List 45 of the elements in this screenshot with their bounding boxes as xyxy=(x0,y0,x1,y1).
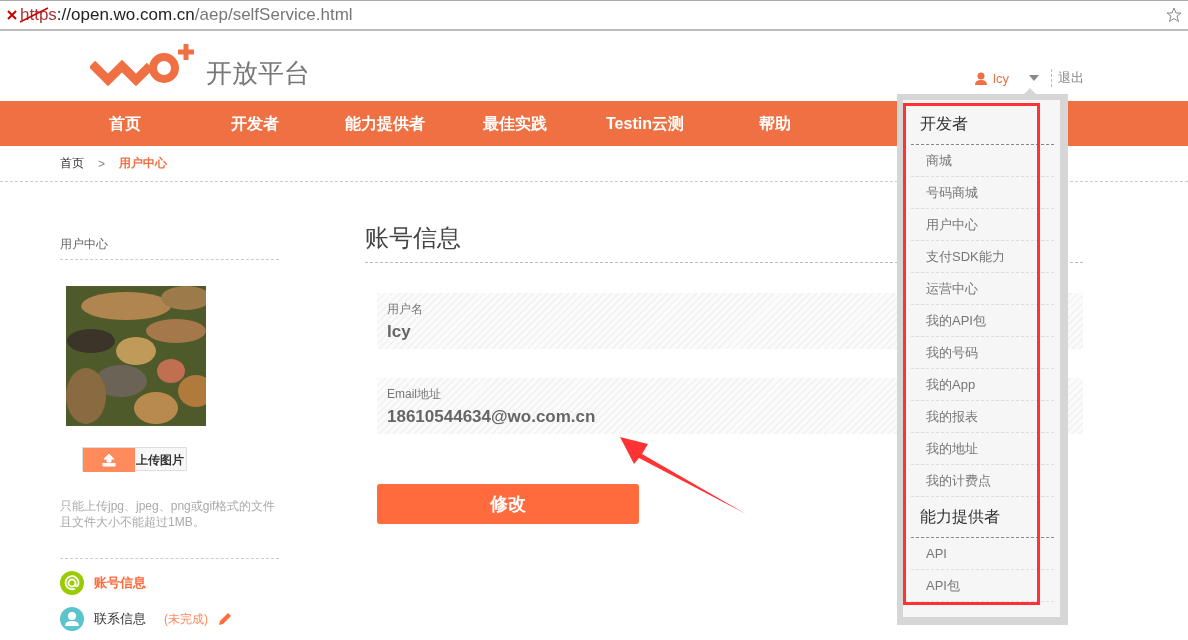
breadcrumb-item[interactable]: 用户中心 xyxy=(119,155,167,172)
user-icon xyxy=(975,71,988,85)
field-value: 18610544634@wo.com.cn xyxy=(387,407,596,427)
nav-item[interactable]: 能力提供者 xyxy=(320,101,450,146)
dropdown-item[interactable]: 我的App xyxy=(911,369,1054,401)
at-sign-icon xyxy=(60,571,84,595)
upload-hint: 只能上传jpg、jpeg、png或gif格式的文件且文件大小不能超过1MB。 xyxy=(60,498,279,559)
dropdown-item[interactable]: 支付SDK能力 xyxy=(911,241,1054,273)
breadcrumb-separator: > xyxy=(98,156,105,171)
dropdown-item[interactable]: 我的计费点 xyxy=(911,465,1054,497)
sidebar-menu-item[interactable]: 账号信息 xyxy=(94,574,146,592)
url-host: ://open.wo.com.cn xyxy=(56,5,195,25)
site-name: 开放平台 xyxy=(206,56,310,90)
url-path: /aep/selfService.html xyxy=(194,5,353,25)
menu-section-title: 能力提供者 xyxy=(911,497,1054,538)
person-icon xyxy=(60,607,84,631)
dropdown-item[interactable]: 我的地址 xyxy=(911,433,1054,465)
upload-icon xyxy=(101,453,116,467)
field-value: lcy xyxy=(387,322,411,342)
user-name[interactable]: lcy xyxy=(993,70,1009,86)
nav-item[interactable]: 开发者 xyxy=(190,101,320,146)
logout-link[interactable]: 退出 xyxy=(1051,69,1084,87)
sidebar-menu-item[interactable]: 联系信息 xyxy=(94,610,146,628)
dropdown-item[interactable]: 我的API包 xyxy=(911,305,1054,337)
nav-item[interactable]: 帮助 xyxy=(710,101,840,146)
dropdown-item[interactable]: API xyxy=(911,538,1054,570)
upload-button[interactable]: 上传图片 xyxy=(82,447,187,471)
breadcrumb-item[interactable]: 首页 xyxy=(60,155,84,172)
nav-item[interactable]: 最佳实践 xyxy=(450,101,580,146)
field-label: 用户名 xyxy=(387,301,424,318)
sidebar-title: 用户中心 xyxy=(60,236,279,260)
dropdown-item[interactable]: 号码商城 xyxy=(911,177,1054,209)
dropdown-item[interactable]: 商城 xyxy=(911,145,1054,177)
pencil-icon[interactable] xyxy=(218,612,232,626)
nav-item[interactable]: 首页 xyxy=(60,101,190,146)
caret-icon[interactable] xyxy=(1029,75,1039,81)
dropdown-item[interactable]: 用户中心 xyxy=(911,209,1054,241)
dropdown-item[interactable]: 运营中心 xyxy=(911,273,1054,305)
nav-item[interactable]: Testin云测 xyxy=(580,101,710,146)
edit-button[interactable]: 修改 xyxy=(377,484,639,524)
dropdown-item[interactable]: 我的号码 xyxy=(911,337,1054,369)
status-note: (未完成) xyxy=(164,610,208,628)
dropdown-item[interactable]: API包 xyxy=(911,570,1054,602)
star-icon[interactable] xyxy=(1166,7,1182,23)
dropdown-item[interactable]: 我的报表 xyxy=(911,401,1054,433)
